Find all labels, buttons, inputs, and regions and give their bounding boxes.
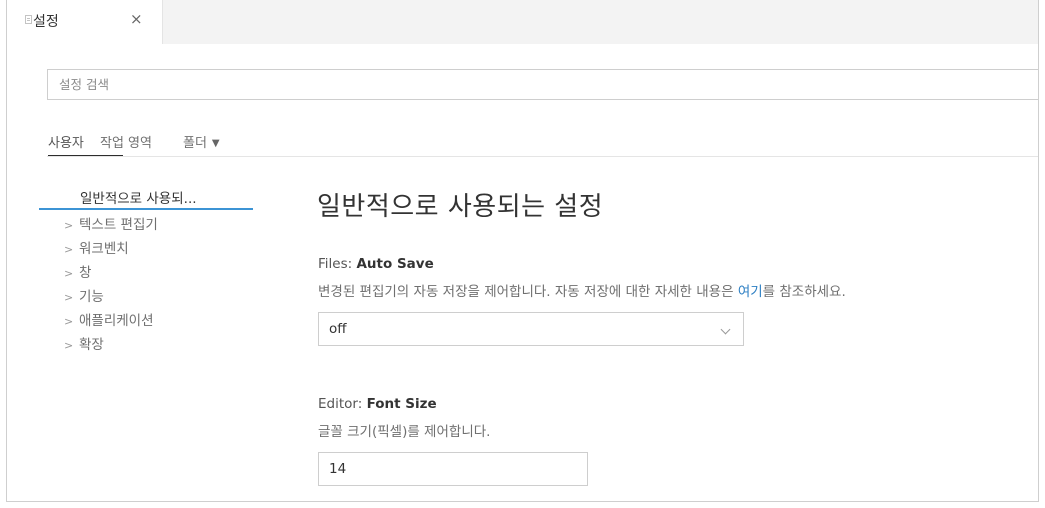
toc-item-label: 확장 (79, 337, 104, 353)
toc-item-label: 창 (79, 265, 92, 281)
toc-item-label: 기능 (79, 289, 104, 305)
toc-item-commonly-used[interactable]: 일반적으로 사용되... (80, 187, 197, 207)
toc-item-features[interactable]: > 기능 (64, 285, 104, 305)
setting-description: 변경된 편집기의 자동 저장을 제어합니다. 자동 저장에 대한 자세한 내용은… (318, 280, 846, 300)
chevron-down-icon: ▼ (211, 138, 220, 149)
toc-active-indicator (39, 208, 253, 210)
description-link[interactable]: 여기 (738, 284, 763, 300)
setting-name: Font Size (366, 396, 437, 412)
setting-category: Files: (318, 256, 357, 272)
page-title: 일반적으로 사용되는 설정 (317, 192, 604, 222)
description-text-end: 를 참조하세요. (762, 284, 846, 300)
toc-item-text-editor[interactable]: > 텍스트 편집기 (64, 213, 158, 233)
editor-tab-bar: 설정 × (7, 0, 1038, 44)
chevron-right-icon: > (64, 243, 74, 256)
chevron-right-icon: > (64, 339, 74, 352)
setting-title-auto-save: Files: Auto Save (318, 256, 434, 272)
toc-item-extensions[interactable]: > 확장 (64, 333, 104, 353)
tab-user[interactable]: 사용자 (48, 132, 84, 151)
setting-description: 글꼴 크기(픽셀)를 제어합니다. (318, 424, 491, 440)
close-icon[interactable]: × (130, 10, 143, 28)
chevron-right-icon: > (64, 267, 74, 280)
chevron-right-icon: > (64, 291, 74, 304)
setting-category: Editor: (318, 396, 367, 412)
description-text: 변경된 편집기의 자동 저장을 제어합니다. 자동 저장에 대한 자세한 내용은 (318, 284, 738, 300)
settings-tab[interactable]: 설정 × (7, 0, 163, 44)
setting-title-font-size: Editor: Font Size (318, 396, 437, 412)
chevron-down-icon (720, 324, 731, 335)
setting-name: Auto Save (356, 256, 434, 272)
toc-item-label: 애플리케이션 (79, 313, 154, 329)
search-input[interactable] (48, 70, 1038, 99)
font-size-input[interactable] (319, 453, 587, 485)
toc-item-application[interactable]: > 애플리케이션 (64, 309, 154, 329)
tab-folder[interactable]: 폴더 ▼ (183, 132, 220, 151)
chevron-right-icon: > (64, 219, 74, 232)
settings-editor: 설정 × 사용자 작업 영역 폴더 ▼ 일반적으로 사용되... > 텍스트 편집기… (6, 0, 1039, 502)
toc-item-label: 워크벤치 (79, 241, 129, 257)
tab-title: 설정 (33, 14, 59, 30)
select-value: off (329, 321, 347, 337)
chevron-right-icon: > (64, 315, 74, 328)
font-size-field (318, 452, 588, 486)
tab-folder-label: 폴더 (183, 136, 207, 151)
file-icon (25, 15, 32, 24)
auto-save-select[interactable]: off (318, 312, 744, 346)
toc-item-window[interactable]: > 창 (64, 261, 91, 281)
toc-item-workbench[interactable]: > 워크벤치 (64, 237, 129, 257)
divider (47, 156, 1038, 157)
toc-item-label: 텍스트 편집기 (79, 217, 158, 233)
tab-workspace[interactable]: 작업 영역 (100, 132, 152, 151)
settings-search (47, 69, 1038, 100)
